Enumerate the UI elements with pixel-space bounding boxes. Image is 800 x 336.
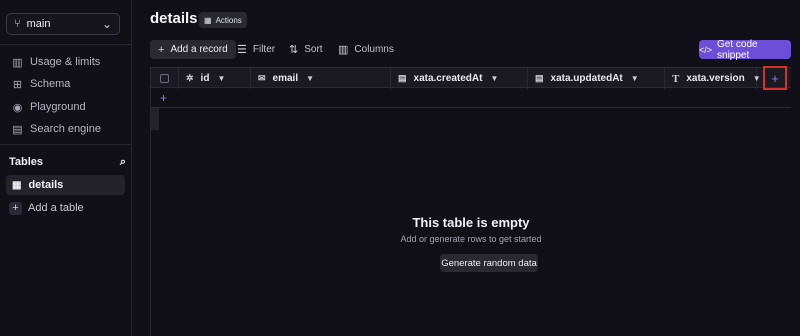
text-icon: T xyxy=(672,72,680,85)
column-label: xata.version xyxy=(686,73,745,84)
columns-button[interactable]: ▥ Columns xyxy=(338,40,394,59)
sort-label: Sort xyxy=(304,44,323,55)
filter-button[interactable]: ☰ Filter xyxy=(237,40,275,59)
filter-label: Filter xyxy=(252,44,276,55)
column-header-created-at[interactable]: ▤ xata.createdAt ▼ xyxy=(391,68,528,89)
sidebar-item-label: Playground xyxy=(30,101,86,113)
select-all-checkbox[interactable] xyxy=(160,74,169,83)
generate-random-data-button[interactable]: Generate random data xyxy=(440,254,538,272)
column-label: id xyxy=(200,73,210,84)
id-icon: ✲ xyxy=(186,73,194,83)
column-label: xata.createdAt xyxy=(413,73,483,84)
email-icon: ✉ xyxy=(258,73,266,83)
sidebar-table-details[interactable]: ▦ details xyxy=(6,175,125,195)
caret-down-icon[interactable]: ▼ xyxy=(490,74,498,83)
add-row-strip: + xyxy=(151,88,791,108)
grid-icon: ▦ xyxy=(204,15,212,25)
sort-icon: ⇅ xyxy=(289,44,299,56)
main-panel: details ▦ Actions + Add a record ☰ Filte… xyxy=(132,0,800,336)
grid-header: ✲ id ▼ ✉ email ▼ ▤ xata.createdAt ▼ ▤ xa… xyxy=(151,66,791,90)
git-branch-icon: ⑂ xyxy=(14,18,21,30)
sidebar-item-playground[interactable]: ◉ Playground xyxy=(12,98,86,116)
actions-button[interactable]: ▦ Actions xyxy=(199,12,247,28)
tables-header-label: Tables xyxy=(9,156,44,168)
sidebar: ⑂ main ⌄ ▥ Usage & limits ⊞ Schema ◉ Pla… xyxy=(0,0,132,336)
sidebar-item-usage[interactable]: ▥ Usage & limits xyxy=(12,53,100,71)
code-icon: </> xyxy=(699,44,713,55)
columns-icon: ▥ xyxy=(338,44,349,56)
sidebar-item-label: Usage & limits xyxy=(30,56,101,68)
row-gutter-cell xyxy=(151,108,159,130)
sidebar-divider xyxy=(0,44,131,45)
column-header-updated-at[interactable]: ▤ xata.updatedAt ▼ xyxy=(528,68,665,89)
table-grid-icon: ▦ xyxy=(12,179,22,191)
sidebar-item-schema[interactable]: ⊞ Schema xyxy=(12,75,70,93)
search-icon[interactable]: ⌕ xyxy=(120,156,126,169)
sidebar-item-label: Search engine xyxy=(30,123,101,135)
branch-selector[interactable]: ⑂ main ⌄ xyxy=(6,13,120,35)
sidebar-divider xyxy=(0,144,131,145)
actions-label: Actions xyxy=(215,15,242,25)
code-snippet-label: Get code snippet xyxy=(717,38,758,61)
empty-state-subtitle: Add or generate rows to get started xyxy=(400,234,542,244)
table-item-label: details xyxy=(28,179,64,191)
add-column-button[interactable]: + xyxy=(763,66,787,90)
column-label: email xyxy=(272,73,299,84)
select-all-cell xyxy=(151,68,179,89)
get-code-snippet-button[interactable]: </> Get code snippet xyxy=(699,38,791,61)
columns-label: Columns xyxy=(354,44,394,55)
empty-state-title: This table is empty xyxy=(412,215,530,230)
caret-down-icon[interactable]: ▼ xyxy=(753,74,761,83)
branch-label: main xyxy=(26,18,51,30)
column-header-email[interactable]: ✉ email ▼ xyxy=(251,68,391,89)
add-row-plus-icon[interactable]: + xyxy=(160,91,167,105)
plus-icon: + xyxy=(158,43,165,56)
data-grid: ✲ id ▼ ✉ email ▼ ▤ xata.createdAt ▼ ▤ xa… xyxy=(150,66,791,336)
calendar-icon: ▤ xyxy=(398,73,407,83)
caret-down-icon[interactable]: ▼ xyxy=(217,74,225,83)
sidebar-item-label: Schema xyxy=(30,78,71,90)
calendar-icon: ▤ xyxy=(535,73,544,83)
plus-icon: + xyxy=(771,70,779,86)
add-table-label: Add a table xyxy=(28,202,84,214)
caret-down-icon[interactable]: ▼ xyxy=(306,74,314,83)
playground-icon: ◉ xyxy=(12,101,23,114)
tables-header: Tables ⌕ xyxy=(9,154,126,170)
add-record-button[interactable]: + Add a record xyxy=(150,40,236,59)
chart-icon: ▥ xyxy=(12,56,23,69)
column-label: xata.updatedAt xyxy=(550,73,623,84)
schema-icon: ⊞ xyxy=(12,78,23,91)
add-record-label: Add a record xyxy=(170,44,228,55)
caret-down-icon[interactable]: ▼ xyxy=(631,74,639,83)
search-engine-icon: ▤ xyxy=(12,123,23,136)
chevron-down-icon: ⌄ xyxy=(101,17,112,31)
add-table-button[interactable]: + Add a table xyxy=(9,199,84,217)
filter-icon: ☰ xyxy=(237,44,247,56)
column-header-id[interactable]: ✲ id ▼ xyxy=(179,68,251,89)
sort-button[interactable]: ⇅ Sort xyxy=(289,40,323,59)
plus-icon: + xyxy=(9,201,22,215)
sidebar-item-search-engine[interactable]: ▤ Search engine xyxy=(12,120,101,138)
page-title: details xyxy=(150,10,198,27)
column-header-version[interactable]: T xata.version ▼ xyxy=(665,68,761,89)
